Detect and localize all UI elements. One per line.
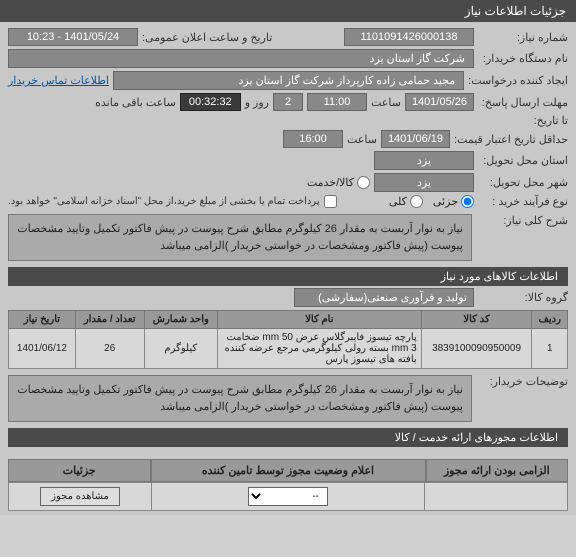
status-cell-button: مشاهده مجوز (9, 483, 151, 510)
items-header: اطلاعات کالاهای مورد نیاز (8, 267, 568, 286)
page-header: جزئیات اطلاعات نیاز (0, 0, 576, 22)
group-field: تولید و فرآوری صنعتی(سفارشی) (294, 288, 474, 307)
province-label: استان محل تحویل: (478, 154, 568, 167)
col-date: تاریخ نیاز (9, 311, 76, 329)
radio-partial[interactable] (461, 195, 474, 208)
process-label: نوع فرآیند خرید : (478, 195, 568, 208)
radio-goods-label: کالا/خدمت (307, 176, 354, 189)
status-row: -- مشاهده مجوز (8, 482, 568, 511)
status-section: الزامی بودن ارائه مجوز اعلام وضعیت مجوز … (0, 455, 576, 515)
buyer-field: شرکت گاز استان یزد (8, 49, 474, 68)
cell-qty: 26 (75, 329, 144, 369)
validity-label: حداقل تاریخ اعتبار قیمت: (454, 133, 568, 146)
radio-partial-label: جزئی (433, 195, 458, 208)
buyer-notes-label: توضیحات خریدار: (478, 375, 568, 388)
group-label: گروه کالا: (478, 291, 568, 304)
cell-name: پارچه تیسوز فایبرگلاس عرض 50 mm ضخامت 3 … (218, 329, 422, 369)
process-radio-group: جزئی کلی (389, 195, 474, 208)
validity-time: 16:00 (283, 130, 343, 148)
need-no-label: شماره نیاز: (478, 31, 568, 44)
province-field: یزد (374, 151, 474, 170)
day-value: 2 (273, 93, 303, 111)
status-col1: الزامی بودن ارائه مجوز (426, 459, 569, 482)
payment-note: پرداخت تمام یا بخشی از مبلغ خرید،از محل … (8, 196, 320, 207)
cell-code: 3839100090950009 (421, 329, 532, 369)
status-col3: جزئیات (8, 459, 151, 482)
permits-header: اطلاعات مجوزهای ارائه خدمت / کالا (8, 428, 568, 447)
buyer-label: نام دستگاه خریدار: (478, 52, 568, 65)
status-col2: اعلام وضعیت مجوز توسط تامین کننده (151, 459, 426, 482)
col-name: نام کالا (218, 311, 422, 329)
col-code: کد کالا (421, 311, 532, 329)
view-permit-button[interactable]: مشاهده مجوز (40, 487, 120, 506)
col-row: ردیف (532, 311, 568, 329)
summary-label: شرح کلی نیاز: (478, 214, 568, 227)
contact-link[interactable]: اطلاعات تماس خریدار (8, 74, 109, 87)
form-area: شماره نیاز: 1101091426000138 تاریخ و ساع… (0, 22, 576, 455)
city-label: شهر محل تحویل: (478, 176, 568, 189)
send-deadline-label: مهلت ارسال پاسخ: (478, 96, 568, 109)
buyer-notes-box: نیاز به نوار آربست به مقدار 26 کیلوگرم م… (8, 375, 472, 422)
status-cell-mandatory (424, 483, 567, 510)
announce-field: 1401/05/24 - 10:23 (8, 28, 138, 46)
announce-label: تاریخ و ساعت اعلان عمومی: (142, 31, 272, 44)
time-label-1: ساعت (371, 96, 401, 109)
goods-service-group: کالا/خدمت (307, 176, 370, 189)
treasury-checkbox[interactable] (324, 195, 337, 208)
send-deadline-date: 1401/05/26 (405, 93, 474, 111)
send-deadline-time: 11:00 (307, 93, 367, 111)
status-cell-select: -- (151, 483, 424, 510)
table-row: 1 3839100090950009 پارچه تیسوز فایبرگلاس… (9, 329, 568, 369)
requester-label: ایجاد کننده درخواست: (468, 74, 568, 87)
countdown-timer: 00:32:32 (180, 93, 241, 111)
requester-field: مجید حمامی زاده کارپرداز شرکت گاز استان … (113, 71, 464, 90)
until-label: تا تاریخ: (478, 114, 568, 127)
remain-label: ساعت باقی مانده (95, 96, 176, 109)
cell-date: 1401/06/12 (9, 329, 76, 369)
status-select[interactable]: -- (248, 487, 328, 506)
items-table: ردیف کد کالا نام کالا واحد شمارش تعداد /… (8, 310, 568, 369)
cell-row: 1 (532, 329, 568, 369)
validity-date: 1401/06/19 (381, 130, 450, 148)
radio-goods[interactable] (357, 176, 370, 189)
summary-box: نیاز به نوار آربست به مقدار 26 کیلوگرم م… (8, 214, 472, 261)
cell-unit: کیلوگرم (144, 329, 218, 369)
radio-full[interactable] (410, 195, 423, 208)
col-qty: تعداد / مقدار (75, 311, 144, 329)
day-label: روز و (245, 96, 269, 109)
page-title: جزئیات اطلاعات نیاز (465, 4, 566, 18)
radio-full-label: کلی (389, 195, 407, 208)
city-field: یزد (374, 173, 474, 192)
col-unit: واحد شمارش (144, 311, 218, 329)
need-no-field: 1101091426000138 (344, 28, 474, 46)
time-label-2: ساعت (347, 133, 377, 146)
